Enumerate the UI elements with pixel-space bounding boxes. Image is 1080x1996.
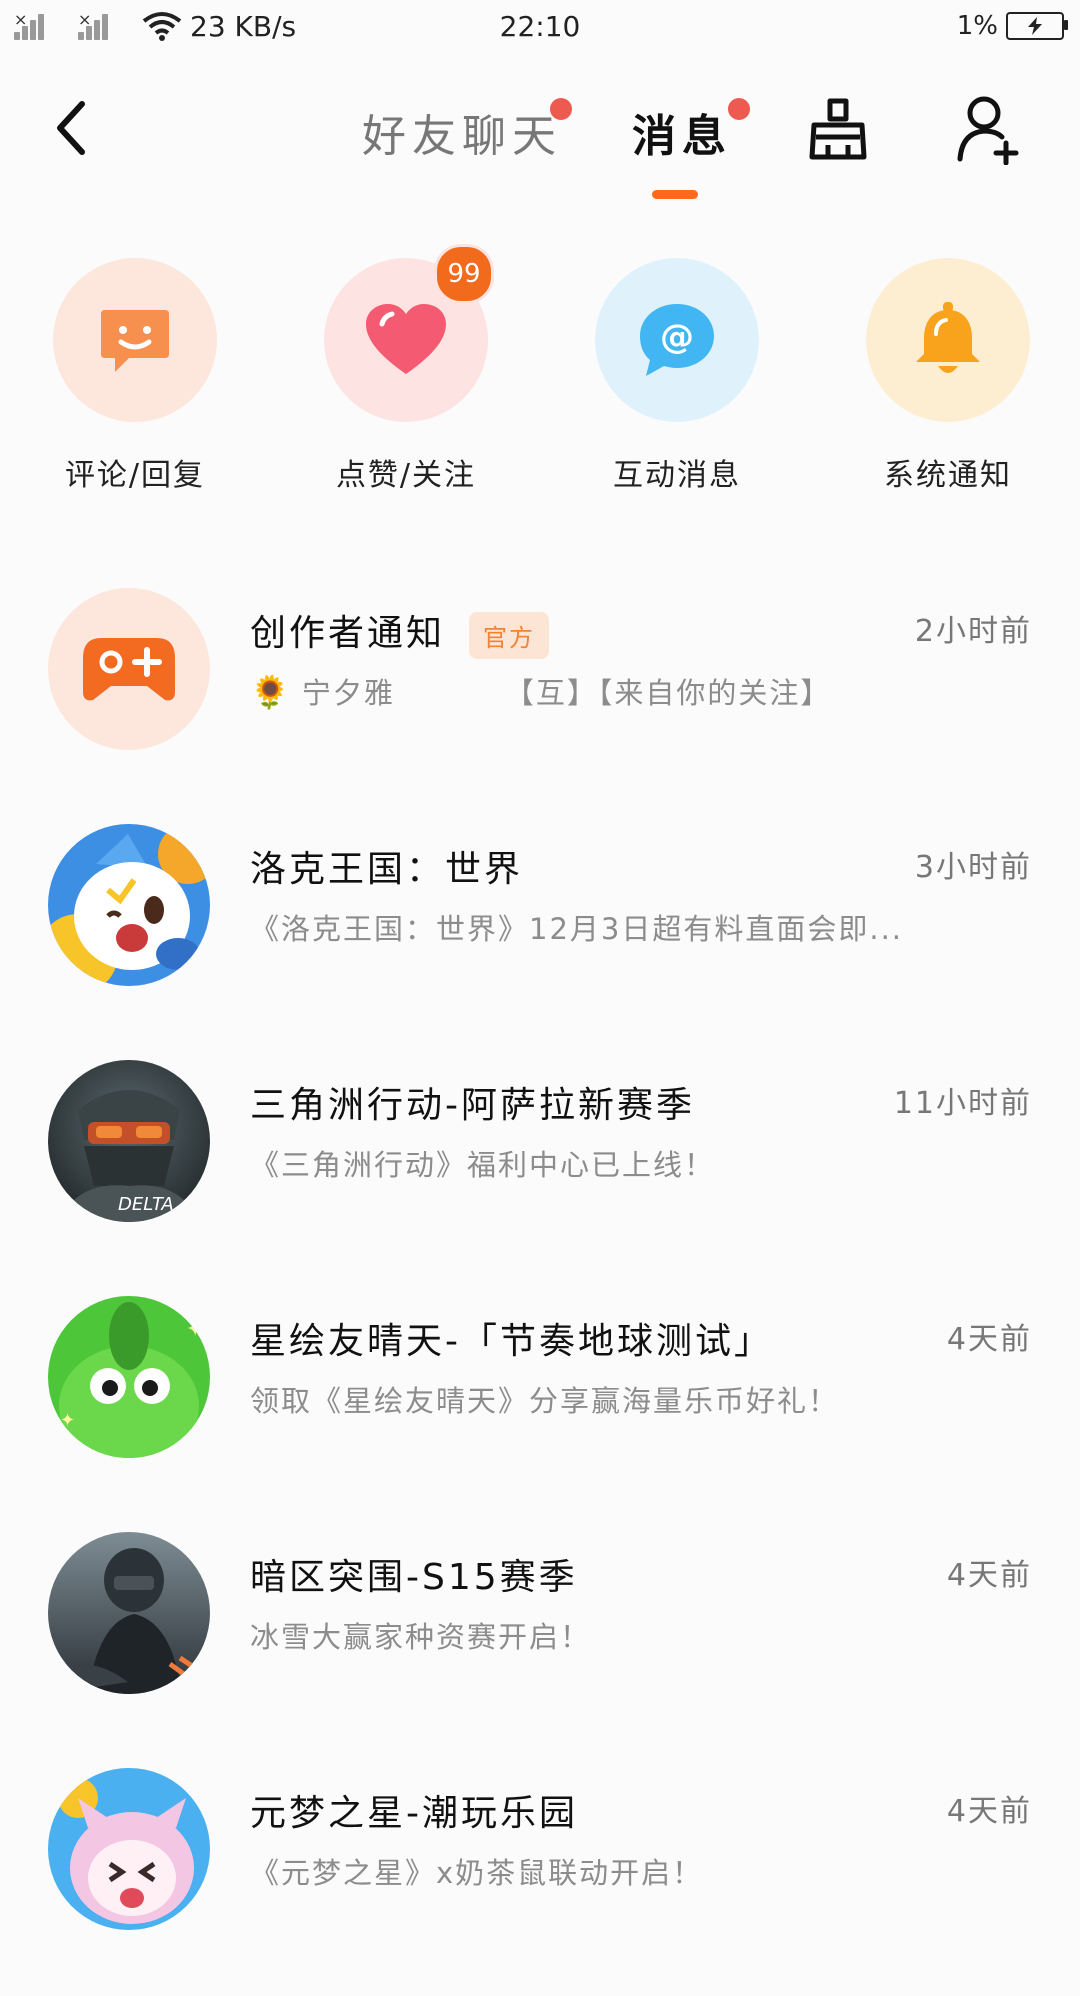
item-title-text: 创作者通知 <box>250 613 446 654</box>
svg-text:✦: ✦ <box>186 1317 204 1342</box>
soldier-silhouette-image <box>48 1532 210 1694</box>
add-friend-icon[interactable] <box>956 95 1022 165</box>
clock: 22:10 <box>499 10 581 43</box>
soldier-image: DELTA <box>48 1060 210 1222</box>
roco-kingdom-avatar <box>48 824 210 986</box>
item-preview: 《洛克王国：世界》12月3日超有料直面会即... <box>250 912 904 946</box>
system-notice-circle <box>866 258 1030 422</box>
tab-active-indicator <box>652 190 698 199</box>
dream-star-avatar <box>48 1768 210 1930</box>
interaction-entry[interactable]: @ 互动消息 <box>577 258 777 494</box>
message-list: 创作者通知 官方 2小时前 🌻 宁夕雅 【互】【来自你的关注】 洛克王国：世界 3小时… <box>0 580 1080 1996</box>
item-time: 3小时前 <box>914 850 1032 885</box>
messages-unread-dot <box>728 98 750 120</box>
item-title: 洛克王国：世界 <box>250 849 524 890</box>
comment-reply-label: 评论/回复 <box>64 458 206 493</box>
clean-broom-icon[interactable] <box>806 95 870 165</box>
item-preview: 🌻 宁夕雅 【互】【来自你的关注】 <box>250 670 1010 712</box>
comment-reply-entry[interactable]: 评论/回复 <box>35 258 235 494</box>
gamepad-icon <box>83 638 175 701</box>
quick-entries: 评论/回复 99 点赞/关注 @ 互动消息 系统通知 <box>0 244 1080 498</box>
header: 好友聊天 消息 <box>0 60 1080 200</box>
smile-chat-icon <box>101 310 169 372</box>
item-preview: 冰雪大赢家种资赛开启！ <box>250 1620 592 1654</box>
item-preview: 领取《星绘友晴天》分享赢海量乐币好礼！ <box>250 1384 840 1418</box>
list-item[interactable]: 洛克王国：世界 3小时前 《洛克王国：世界》12月3日超有料直面会即... <box>0 816 1080 1052</box>
sunflower-icon: 🌻 <box>250 673 292 711</box>
heart-icon <box>366 304 446 374</box>
delta-force-avatar: DELTA <box>48 1060 210 1222</box>
sender-name: 宁夕雅 <box>301 676 395 710</box>
list-item[interactable]: 元梦之星-潮玩乐园 4天前 《元梦之星》x奶茶鼠联动开启！ <box>0 1760 1080 1996</box>
item-title: 创作者通知 官方 <box>250 604 550 659</box>
list-item[interactable]: DELTA 三角洲行动-阿萨拉新赛季 11小时前 《三角洲行动》福利中心已上线！ <box>0 1052 1080 1288</box>
tab-friends-chat[interactable]: 好友聊天 <box>362 100 562 164</box>
creator-notice-avatar <box>48 588 210 750</box>
official-badge: 官方 <box>469 611 550 659</box>
like-follow-entry[interactable]: 99 点赞/关注 <box>306 244 506 494</box>
svg-text:DELTA: DELTA <box>118 1194 174 1215</box>
comment-reply-circle <box>53 258 217 422</box>
star-paint-avatar: ✦ ✦ <box>48 1296 210 1458</box>
item-time: 11小时前 <box>893 1086 1032 1121</box>
at-chat-icon: @ <box>640 304 714 376</box>
item-time: 2小时前 <box>914 614 1032 649</box>
roco-mascot-image <box>48 824 210 986</box>
tab-messages[interactable]: 消息 <box>632 100 732 164</box>
bell-icon <box>916 302 980 373</box>
status-bar: × × 23 KB/s 22:10 1% <box>0 0 1080 52</box>
item-preview: 《元梦之星》x奶茶鼠联动开启！ <box>250 1856 704 1890</box>
item-time: 4天前 <box>946 1558 1032 1593</box>
like-follow-circle: 99 <box>324 244 494 422</box>
item-title: 星绘友晴天-「节奏地球测试」 <box>250 1321 773 1362</box>
list-item[interactable]: 暗区突围-S15赛季 4天前 冰雪大赢家种资赛开启！ <box>0 1524 1080 1760</box>
item-time: 4天前 <box>946 1322 1032 1357</box>
friends-unread-dot <box>550 98 572 120</box>
system-notice-label: 系统通知 <box>884 458 1012 493</box>
like-follow-label: 点赞/关注 <box>335 458 477 493</box>
pink-mascot-image <box>48 1768 210 1930</box>
unread-count-badge: 99 <box>434 244 494 304</box>
battery-charging-icon <box>1006 12 1068 40</box>
item-preview: 《三角洲行动》福利中心已上线！ <box>250 1148 716 1182</box>
item-time: 4天前 <box>946 1794 1032 1829</box>
preview-text: 【互】【来自你的关注】 <box>504 676 832 710</box>
svg-text:✦: ✦ <box>60 1410 75 1431</box>
item-title: 三角洲行动-阿萨拉新赛季 <box>250 1085 695 1126</box>
list-item[interactable]: 创作者通知 官方 2小时前 🌻 宁夕雅 【互】【来自你的关注】 <box>0 580 1080 816</box>
list-item[interactable]: ✦ ✦ 星绘友晴天-「节奏地球测试」 4天前 领取《星绘友晴天》分享赢海量乐币好… <box>0 1288 1080 1524</box>
svg-text:@: @ <box>660 317 694 357</box>
green-dino-image: ✦ ✦ <box>48 1296 210 1458</box>
item-title: 暗区突围-S15赛季 <box>250 1557 578 1598</box>
interaction-circle: @ <box>595 258 759 422</box>
interaction-label: 互动消息 <box>613 458 741 493</box>
system-notice-entry[interactable]: 系统通知 <box>848 258 1048 494</box>
arena-breakout-avatar <box>48 1532 210 1694</box>
item-title: 元梦之星-潮玩乐园 <box>250 1793 578 1834</box>
back-arrow-icon[interactable] <box>52 100 92 156</box>
